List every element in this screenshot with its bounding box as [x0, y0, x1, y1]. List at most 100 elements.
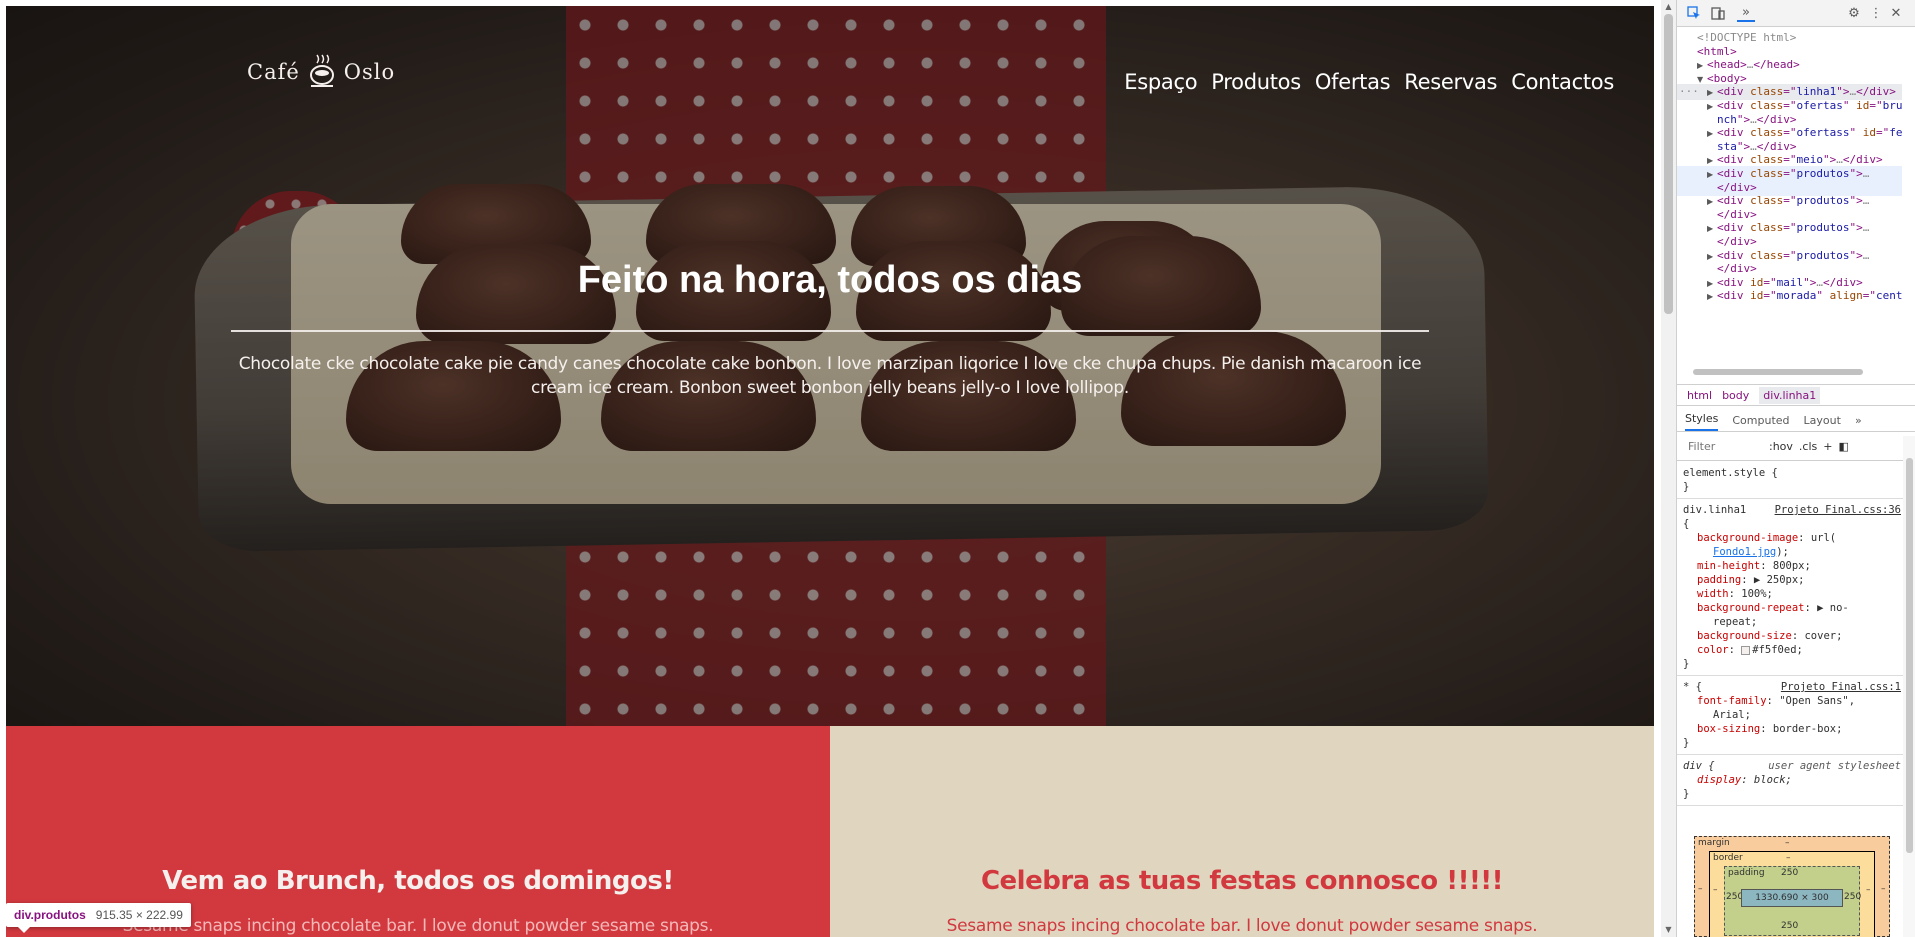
nav-link-produtos[interactable]: Produtos — [1211, 70, 1301, 94]
cafe-oslo-logo[interactable]: Café Oslo — [247, 50, 407, 94]
device-toolbar-icon[interactable] — [1709, 4, 1727, 22]
rule-source-link[interactable]: Projeto Final.css:36 — [1775, 503, 1901, 517]
dom-tree-scroll-thumb[interactable] — [1693, 369, 1863, 375]
tab-computed[interactable]: Computed — [1732, 414, 1789, 431]
logo-word-cafe: Café — [247, 60, 300, 84]
dom-token: " — [1849, 126, 1863, 140]
element-style-rule: element.style { — [1683, 467, 1778, 479]
dom-token: <head> — [1707, 58, 1747, 72]
decl-font-family[interactable]: font-family: "Open Sans", — [1697, 694, 1855, 708]
dom-token: … — [1862, 167, 1870, 180]
coffee-cup-icon — [309, 54, 334, 87]
devtools-panel: » ⚙ ⋮ ✕ <!DOCTYPE html> <html> ▶ <head> … </h… — [1676, 0, 1915, 937]
close-icon[interactable]: ✕ — [1887, 4, 1905, 22]
decl-color[interactable]: color: #f5f0ed; — [1697, 643, 1803, 657]
dom-token: =" — [1783, 126, 1797, 140]
nav-link-reservas[interactable]: Reservas — [1404, 70, 1497, 94]
decl-background-repeat-cont: repeat; — [1713, 616, 1758, 628]
class-toggle-button[interactable]: .cls — [1799, 440, 1817, 453]
hero-section: Café Oslo Espaço Produtos Ofertas Reserv… — [6, 6, 1654, 726]
main-nav: Espaço Produtos Ofertas Reservas Contact… — [1124, 70, 1614, 94]
decl-background-image-url[interactable]: Fondo1.jpg); — [1713, 545, 1789, 559]
decl-min-height[interactable]: min-height: 800px; — [1697, 559, 1811, 573]
color-swatch[interactable] — [1741, 645, 1751, 655]
bm-padding-box: padding 250 250 250 250 1330.690 × 300 — [1724, 866, 1862, 936]
dom-token: produtos — [1796, 248, 1850, 262]
styles-scroll-thumb[interactable] — [1906, 458, 1913, 853]
bm-padding-label: padding — [1728, 868, 1765, 878]
inspect-element-icon[interactable] — [1685, 4, 1703, 22]
decl-background-image[interactable]: background-image: url( — [1697, 531, 1836, 545]
elements-dom-tree: <!DOCTYPE html> <html> ▶ <head>…</head> ▼ <bo… — [1677, 28, 1915, 366]
dom-token: cent — [1876, 289, 1903, 303]
page-scrollbar[interactable]: ▲ ▼ — [1661, 0, 1676, 937]
dom-token: "> — [1849, 194, 1863, 208]
rule-brace: } — [1683, 788, 1690, 800]
dom-node-line[interactable]: ▶ <div id="morada" align="cent — [1677, 288, 1903, 304]
bm-padding-right: 250 — [1844, 892, 1862, 902]
hero-title: Feito na hora, todos os dias — [577, 259, 1083, 301]
dom-tree-horizontal-scrollbar[interactable] — [1681, 366, 1901, 378]
nav-link-contactos[interactable]: Contactos — [1511, 70, 1614, 94]
tab-layout[interactable]: Layout — [1804, 414, 1841, 431]
bm-margin-right: – — [1881, 884, 1886, 894]
breadcrumb-html[interactable]: html — [1687, 389, 1712, 402]
dom-token: … — [1750, 112, 1757, 126]
dom-token: … — [1862, 248, 1870, 262]
gear-icon[interactable]: ⚙ — [1845, 4, 1863, 22]
dom-token: =" — [1763, 275, 1777, 289]
rule-source-link[interactable]: Projeto Final.css:1 — [1781, 680, 1901, 694]
scroll-up-arrow-icon[interactable]: ▲ — [1661, 0, 1676, 14]
rule-selector-linha1: div.linha1 — [1683, 504, 1747, 516]
decl-width[interactable]: width: 100%; — [1697, 587, 1773, 601]
hover-state-button[interactable]: :hov — [1769, 440, 1793, 453]
dom-token: <div — [1717, 167, 1751, 180]
breadcrumb-div-linha1[interactable]: div.linha1 — [1759, 386, 1821, 404]
dom-token: </div> — [1823, 275, 1863, 289]
dom-token: id — [1862, 126, 1876, 140]
new-rule-button[interactable]: + — [1823, 440, 1832, 453]
dom-token: </div> — [1717, 207, 1757, 221]
expand-triangle-right-icon[interactable]: ▶ — [1707, 289, 1717, 305]
dom-token: </div> — [1717, 262, 1757, 276]
dom-token: "> — [1836, 85, 1850, 99]
kebab-menu-icon[interactable]: ⋮ — [1867, 4, 1885, 22]
dom-token: </div> — [1756, 139, 1797, 153]
rule-selector-div: div { — [1683, 760, 1715, 772]
more-tabs-chevron-icon[interactable]: » — [1737, 4, 1755, 22]
dom-token: "> — [1849, 248, 1863, 262]
dom-token: sta — [1717, 139, 1737, 153]
dom-token: produtos — [1796, 194, 1850, 208]
decl-padding[interactable]: padding: ▶ 250px; — [1697, 573, 1805, 587]
styles-pane-scrollbar[interactable] — [1903, 436, 1915, 937]
breadcrumb-body[interactable]: body — [1722, 389, 1749, 402]
page-scrollbar-thumb[interactable] — [1664, 14, 1673, 314]
dom-token: … — [1862, 194, 1870, 208]
dom-token: =" — [1763, 289, 1777, 303]
decl-background-repeat[interactable]: background-repeat: ▶ no- — [1697, 601, 1849, 615]
dom-token: =" — [1783, 153, 1797, 167]
dom-token: <div — [1717, 248, 1751, 262]
decl-background-size[interactable]: background-size: cover; — [1697, 629, 1842, 643]
more-tabs-icon[interactable]: » — [1855, 414, 1862, 431]
tab-styles[interactable]: Styles — [1685, 412, 1719, 431]
bm-margin-label: margin — [1698, 838, 1730, 848]
scroll-down-arrow-icon[interactable]: ▼ — [1661, 923, 1676, 937]
nav-link-ofertas[interactable]: Ofertas — [1315, 70, 1391, 94]
dom-token: </div> — [1717, 180, 1757, 194]
tooltip-tag: div.produtos — [14, 908, 86, 922]
styles-filter-input[interactable] — [1685, 437, 1763, 456]
toggle-sidebar-icon[interactable]: ◧ — [1838, 440, 1848, 453]
dom-token: class — [1750, 153, 1784, 167]
festas-offer-section: Celebra as tuas festas connosco !!!!! Se… — [830, 726, 1654, 937]
dom-token: "> — [1823, 153, 1837, 167]
nav-link-espaco[interactable]: Espaço — [1124, 70, 1197, 94]
dom-token: <body> — [1707, 71, 1747, 85]
page-viewport: Café Oslo Espaço Produtos Ofertas Reserv… — [6, 6, 1654, 937]
dom-token: "> — [1736, 112, 1751, 126]
bm-border-value: – — [1786, 853, 1791, 863]
dom-token: <!DOCTYPE html> — [1697, 31, 1797, 44]
bm-padding-top: 250 — [1781, 868, 1799, 878]
background-file-link[interactable]: Fondo1.jpg — [1713, 546, 1776, 558]
decl-box-sizing[interactable]: box-sizing: border-box; — [1697, 722, 1842, 736]
